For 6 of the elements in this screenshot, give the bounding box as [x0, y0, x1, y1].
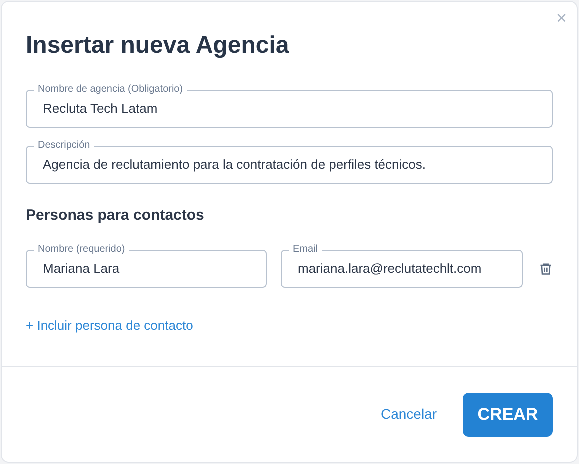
section-heading: Personas para contactos	[26, 206, 206, 226]
cancel-button[interactable]: Cancelar	[380, 404, 437, 425]
trash-icon[interactable]	[539, 262, 553, 276]
add-contact-link[interactable]: + Incluir persona de contacto	[26, 316, 553, 336]
dialog-title: Insertar nueva Agencia	[26, 31, 290, 61]
create-button[interactable]: CREAR	[463, 392, 553, 436]
